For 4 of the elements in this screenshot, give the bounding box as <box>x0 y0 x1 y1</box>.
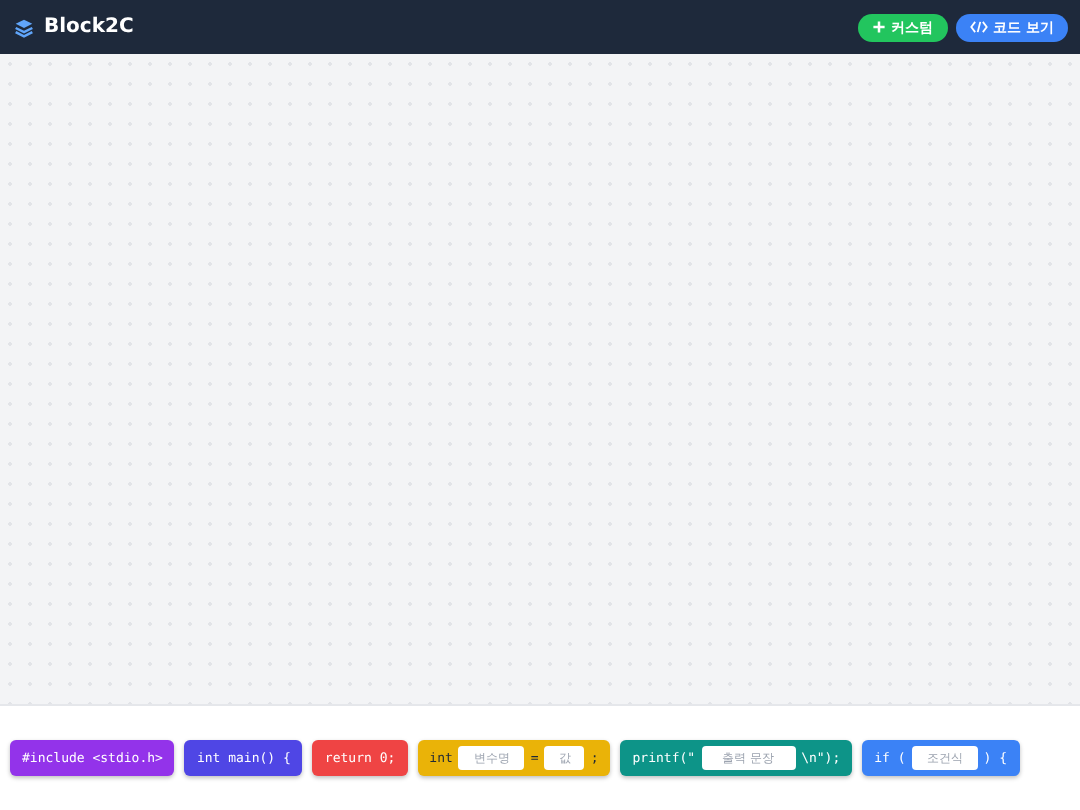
app-title: Block2C <box>44 16 134 38</box>
plus-icon <box>871 20 886 34</box>
code-icon <box>969 20 988 34</box>
layers-icon <box>14 17 34 37</box>
